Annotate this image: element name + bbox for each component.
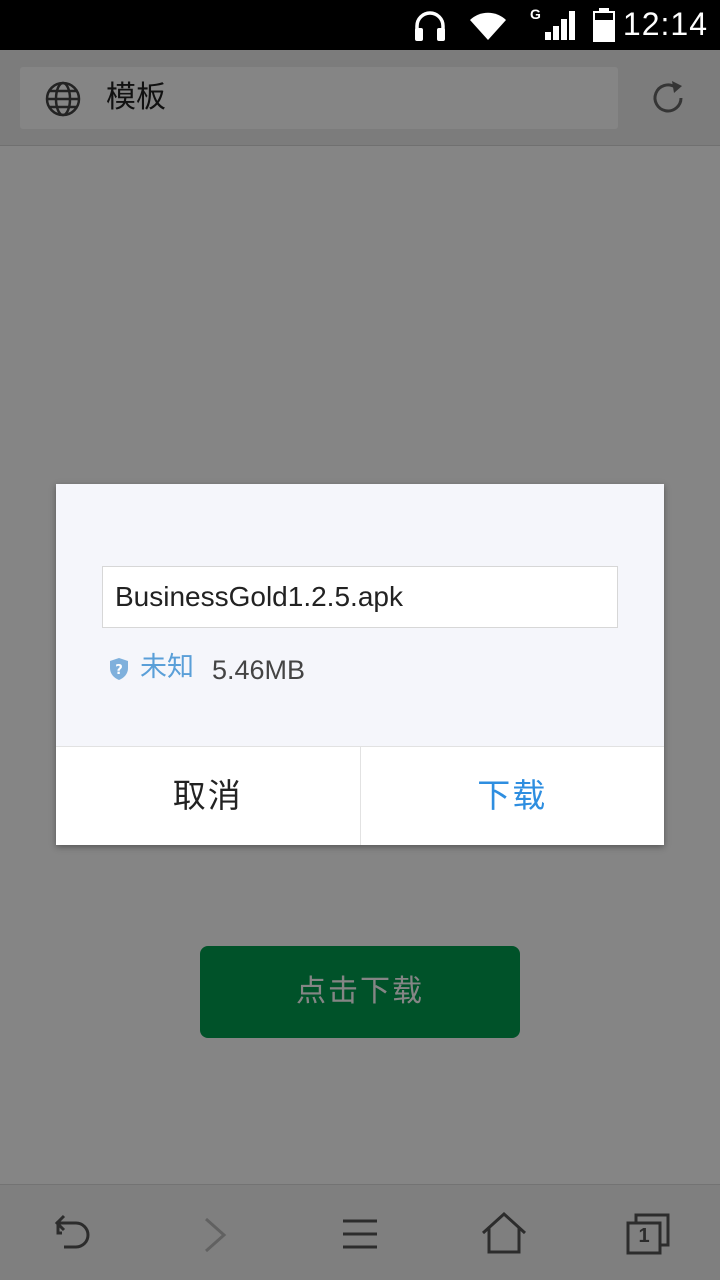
download-dialog: ? 未知 5.46MB 取消 下载 (56, 484, 664, 845)
battery-icon (593, 8, 615, 42)
network-type: G (530, 6, 541, 22)
svg-text:?: ? (115, 663, 123, 678)
shield-icon: ? (110, 658, 128, 680)
filename-input[interactable] (102, 566, 618, 628)
safety-status: 未知 (140, 652, 194, 683)
wifi-icon (470, 12, 506, 40)
download-button[interactable]: 下载 (361, 747, 665, 845)
dialog-button-row: 取消 下载 (56, 746, 664, 845)
signal-icon (545, 11, 575, 40)
status-bar: G 12:14 (0, 0, 720, 50)
status-time: 12:14 (622, 6, 708, 42)
file-size: 5.46MB (212, 655, 306, 685)
cancel-button[interactable]: 取消 (56, 747, 361, 845)
headphones-icon (415, 11, 445, 41)
